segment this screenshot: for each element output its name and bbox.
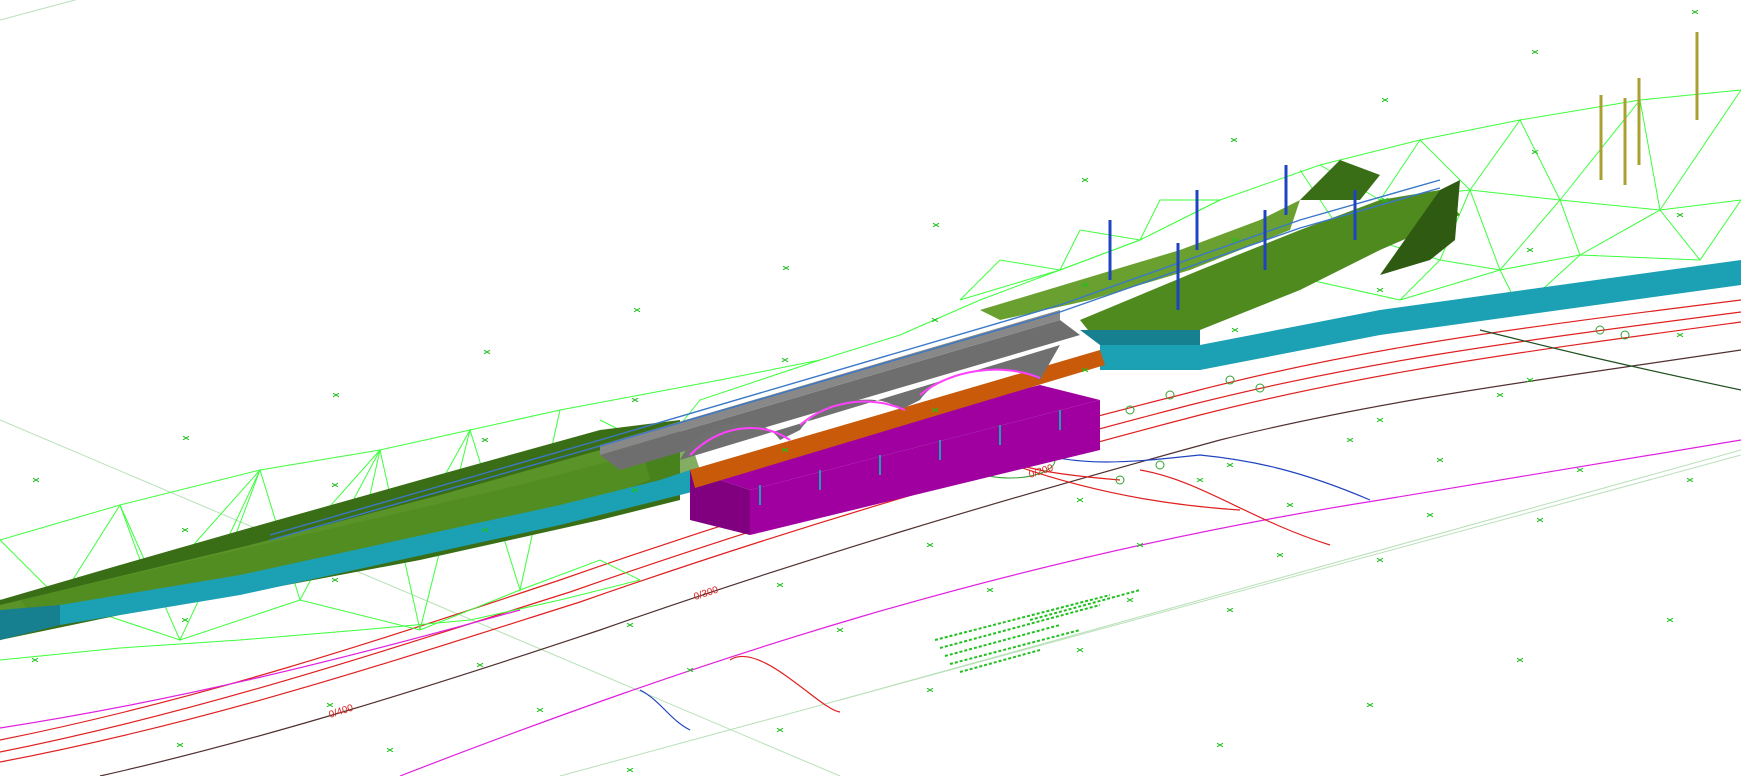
x-cross-icon (331, 577, 339, 583)
x-cross-icon (1196, 477, 1204, 483)
x-cross-icon (1126, 597, 1134, 603)
model-canvas[interactable]: 0/400 0/300 0/200 (0, 0, 1741, 777)
x-cross-icon (1276, 552, 1284, 558)
x-cross-icon (1676, 332, 1684, 338)
x-cross-icon (1576, 467, 1584, 473)
x-cross-icon (1076, 647, 1084, 653)
x-cross-icon (931, 317, 939, 323)
x-cross-icon (633, 307, 641, 313)
x-cross-icon (1536, 517, 1544, 523)
x-cross-icon (776, 582, 784, 588)
x-cross-icon (476, 662, 484, 668)
x-cross-icon (926, 687, 934, 693)
x-cross-icon (1516, 657, 1524, 663)
x-cross-icon (626, 622, 634, 628)
x-cross-icon (631, 397, 639, 403)
x-cross-icon (1346, 437, 1354, 443)
x-cross-icon (626, 767, 634, 773)
x-cross-icon (1376, 287, 1384, 293)
x-cross-icon (182, 435, 190, 441)
x-cross-icon (1376, 417, 1384, 423)
x-cross-icon (1676, 212, 1684, 218)
embankment (0, 160, 1460, 640)
x-cross-icon (32, 477, 40, 483)
x-cross-icon (1366, 702, 1374, 708)
x-cross-icon (1231, 327, 1239, 333)
x-cross-icon (483, 349, 491, 355)
x-cross-icon (1081, 177, 1089, 183)
x-cross-icon (181, 527, 189, 533)
annotation-text-block (934, 589, 1141, 673)
x-cross-icon (782, 265, 790, 271)
x-cross-icon (986, 587, 994, 593)
cad-3d-viewport[interactable]: 0/400 0/300 0/200 (0, 0, 1741, 777)
x-cross-icon (1376, 557, 1384, 563)
x-cross-icon (776, 727, 784, 733)
x-cross-icon (781, 357, 789, 363)
x-cross-icon (481, 437, 489, 443)
x-cross-icon (332, 392, 340, 398)
survey-poles (1108, 32, 1699, 310)
x-cross-icon (926, 542, 934, 548)
x-cross-icon (1496, 392, 1504, 398)
station-label-2: 0/300 (693, 585, 721, 603)
x-cross-icon (181, 617, 189, 623)
x-cross-icon (1286, 502, 1294, 508)
x-cross-icon (536, 707, 544, 713)
x-cross-icon (176, 742, 184, 748)
station-label-1: 0/400 (328, 703, 356, 721)
x-cross-icon (1226, 607, 1234, 613)
x-cross-icon (1686, 477, 1694, 483)
x-cross-icon (331, 482, 339, 488)
x-cross-icon (1216, 742, 1224, 748)
x-cross-icon (386, 747, 394, 753)
x-cross-icon (31, 657, 39, 663)
x-cross-icon (836, 627, 844, 633)
x-cross-icon (1666, 617, 1674, 623)
x-cross-icon (1436, 457, 1444, 463)
x-cross-icon (1076, 497, 1084, 503)
x-cross-icon (1226, 462, 1234, 468)
x-cross-icon (326, 702, 334, 708)
x-cross-icon (932, 222, 940, 228)
x-cross-icon (1381, 97, 1389, 103)
x-cross-icon (1230, 137, 1238, 143)
x-cross-icon (1691, 9, 1699, 15)
x-cross-icon (1531, 49, 1539, 55)
x-cross-icon (1526, 247, 1534, 253)
x-cross-icon (1426, 512, 1434, 518)
